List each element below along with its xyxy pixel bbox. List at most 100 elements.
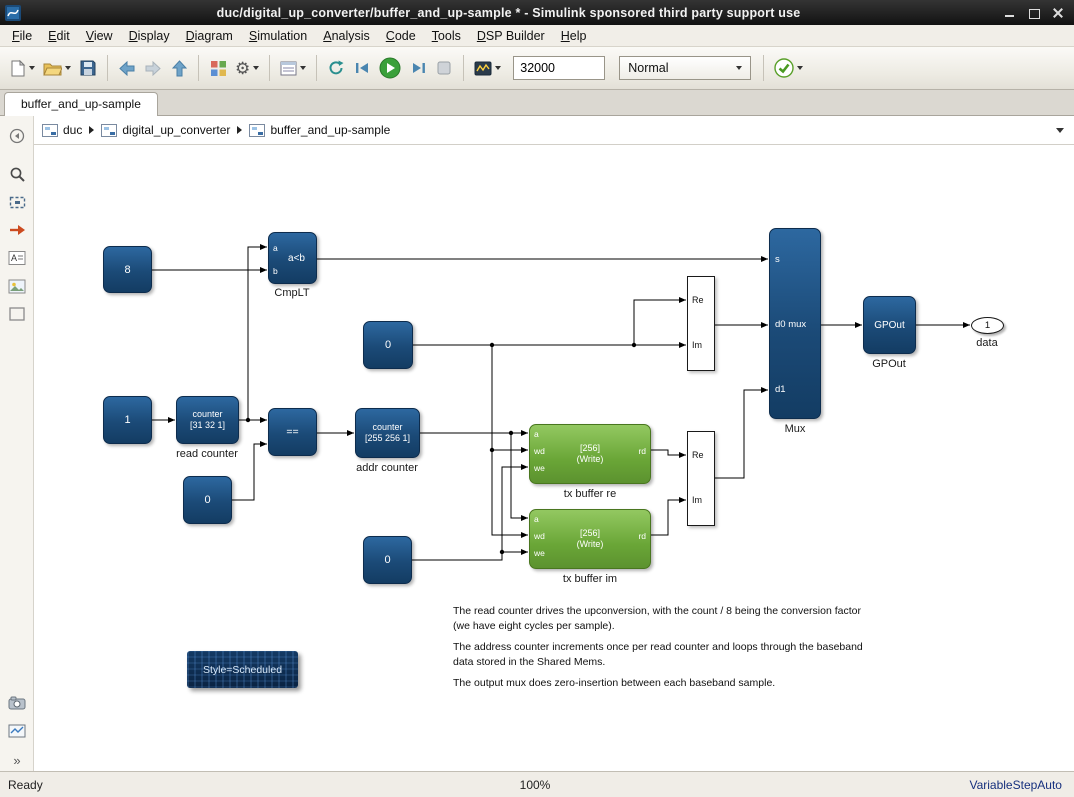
run-button[interactable] xyxy=(376,53,404,83)
block-addr-counter[interactable]: counter [255 256 1] xyxy=(355,408,420,458)
status-solver[interactable]: VariableStepAuto xyxy=(711,778,1074,792)
block-constant-8[interactable]: 8 xyxy=(103,246,152,293)
annotation-tool-button[interactable]: A xyxy=(7,248,27,268)
block-outport-data[interactable]: 1 xyxy=(971,317,1004,334)
forward-button[interactable] xyxy=(141,53,165,83)
run-icon xyxy=(379,57,401,79)
library-browser-button[interactable] xyxy=(206,53,230,83)
dropdown-caret-icon xyxy=(797,66,803,70)
open-model-button[interactable] xyxy=(40,53,74,83)
open-folder-icon xyxy=(43,61,62,76)
block-mux[interactable]: s d0 mux d1 xyxy=(769,228,821,419)
step-back-button[interactable] xyxy=(350,53,374,83)
image-tool-button[interactable] xyxy=(7,276,27,296)
collapse-circle-icon xyxy=(9,128,25,144)
model-explorer-icon xyxy=(280,61,297,76)
up-to-parent-button[interactable] xyxy=(167,53,191,83)
back-button[interactable] xyxy=(115,53,139,83)
menu-tools[interactable]: Tools xyxy=(424,27,469,45)
model-explorer-button[interactable] xyxy=(277,53,309,83)
red-arrow-icon xyxy=(8,223,26,237)
port-label-a: a xyxy=(273,243,278,253)
minimize-icon[interactable] xyxy=(1004,7,1016,19)
breadcrumb-item-duc[interactable]: duc xyxy=(42,123,82,137)
fast-restart-button[interactable] xyxy=(324,53,348,83)
block-tx-buffer-re[interactable]: a wd we rd [256] (Write) xyxy=(529,424,651,484)
block-name-tx-buffer-re: tx buffer re xyxy=(564,488,616,500)
stop-time-input[interactable] xyxy=(513,56,605,80)
block-constant-1[interactable]: 1 xyxy=(103,396,152,444)
viewers-button[interactable] xyxy=(7,693,27,713)
fast-restart-icon xyxy=(328,60,345,76)
menu-file[interactable]: File xyxy=(4,27,40,45)
block-value: 0 xyxy=(385,339,391,351)
menu-edit[interactable]: Edit xyxy=(40,27,78,45)
block-style-scheduled[interactable]: Style=Scheduled xyxy=(187,651,298,688)
signal-logging-button[interactable] xyxy=(7,721,27,741)
block-gpout[interactable]: GPOut xyxy=(863,296,916,354)
breadcrumb-label: digital_up_converter xyxy=(122,123,230,137)
block-tx-buffer-im[interactable]: a wd we rd [256] (Write) xyxy=(529,509,651,569)
fit-view-icon xyxy=(9,194,26,211)
stop-button[interactable] xyxy=(432,53,456,83)
menu-view[interactable]: View xyxy=(78,27,121,45)
expand-strip-button[interactable]: » xyxy=(7,750,27,770)
block-name-addr-counter: addr counter xyxy=(356,462,418,474)
block-read-counter[interactable]: counter [31 32 1] xyxy=(176,396,239,444)
menu-simulation[interactable]: Simulation xyxy=(241,27,315,45)
new-model-button[interactable] xyxy=(7,53,38,83)
menu-help[interactable]: Help xyxy=(553,27,595,45)
block-constant-0-bottom[interactable]: 0 xyxy=(363,536,412,584)
block-constant-0-mid[interactable]: 0 xyxy=(183,476,232,524)
toolbar-separator xyxy=(198,55,199,81)
breadcrumb-item-digital-up-converter[interactable]: digital_up_converter xyxy=(101,123,230,137)
block-reim-to-complex-top[interactable]: Re Im xyxy=(687,276,715,371)
model-settings-button[interactable]: ⚙ xyxy=(232,53,262,83)
up-arrow-icon xyxy=(172,60,187,77)
signal-arrow-tool-button[interactable] xyxy=(7,220,27,240)
diagram-canvas[interactable]: 8 0 1 0 0 a b a<b CmpLT counter [31 32 1… xyxy=(34,145,1074,771)
block-value: a<b xyxy=(280,253,305,264)
block-equality[interactable]: == xyxy=(268,408,317,456)
block-constant-0-top[interactable]: 0 xyxy=(363,321,413,369)
port-label-re: Re xyxy=(692,450,704,460)
block-name-gpout: GPOut xyxy=(872,358,906,370)
editor-area: A » duc digital_up_converter xyxy=(0,116,1074,771)
data-inspector-button[interactable] xyxy=(471,53,504,83)
fit-to-view-button[interactable] xyxy=(7,192,27,212)
maximize-icon[interactable] xyxy=(1028,7,1040,19)
menu-display[interactable]: Display xyxy=(121,27,178,45)
left-tool-strip: A » xyxy=(0,116,34,771)
breadcrumb-item-buffer-and-up-sample[interactable]: buffer_and_up-sample xyxy=(249,123,390,137)
menu-code[interactable]: Code xyxy=(378,27,424,45)
annotation-output-mux[interactable]: The output mux does zero-insertion betwe… xyxy=(453,676,775,691)
menu-analysis[interactable]: Analysis xyxy=(315,27,378,45)
annotation-read-counter[interactable]: The read counter drives the upconversion… xyxy=(453,604,861,634)
simulation-mode-select[interactable]: Normal xyxy=(619,56,751,80)
window-title: duc/digital_up_converter/buffer_and_up-s… xyxy=(21,6,996,20)
menu-diagram[interactable]: Diagram xyxy=(178,27,241,45)
dropdown-caret-icon xyxy=(253,66,259,70)
toolbar: ⚙ Normal xyxy=(0,47,1074,90)
annotation-address-counter[interactable]: The address counter increments once per … xyxy=(453,640,863,670)
step-forward-icon xyxy=(411,61,426,75)
build-check-button[interactable] xyxy=(771,53,806,83)
toolbar-separator xyxy=(269,55,270,81)
box-icon xyxy=(9,307,25,321)
area-box-tool-button[interactable] xyxy=(7,304,27,324)
tab-buffer-and-up-sample[interactable]: buffer_and_up-sample xyxy=(4,92,158,117)
breadcrumb-dropdown-icon[interactable] xyxy=(1056,128,1064,133)
hide-browser-button[interactable] xyxy=(7,126,27,146)
menu-dsp-builder[interactable]: DSP Builder xyxy=(469,27,553,45)
block-reim-to-complex-bottom[interactable]: Re Im xyxy=(687,431,715,526)
toolbar-separator xyxy=(316,55,317,81)
close-icon[interactable] xyxy=(1052,7,1064,19)
block-value: [256] (Write) xyxy=(530,528,650,550)
port-label-a: a xyxy=(534,429,539,439)
toolbar-separator xyxy=(107,55,108,81)
zoom-tool-button[interactable] xyxy=(7,164,27,184)
save-model-button[interactable] xyxy=(76,53,100,83)
save-icon xyxy=(80,60,96,76)
step-forward-button[interactable] xyxy=(406,53,430,83)
block-cmplt[interactable]: a b a<b xyxy=(268,232,317,284)
